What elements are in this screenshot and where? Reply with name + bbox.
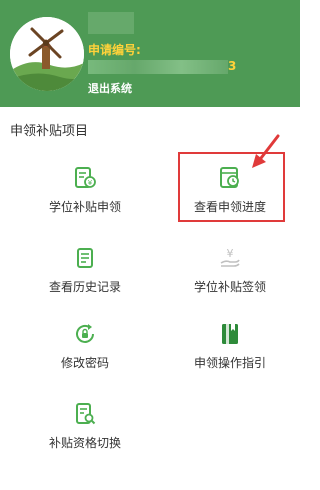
logout-link[interactable]: 退出系统 [88,80,132,96]
menu-item-label: 学位补贴申领 [48,200,121,214]
svg-text:¥: ¥ [227,247,234,260]
red-arrow-icon [252,134,280,168]
menu-item-label: 补贴资格切换 [48,436,121,450]
application-number-suffix: 3 [228,59,237,73]
menu-item-label: 学位补贴签领 [193,280,266,294]
menu-item-qualification-switch[interactable]: 补贴资格切换 [10,402,160,482]
user-name-blurred [88,12,134,34]
menu-item-history[interactable]: 查看历史记录 [10,246,160,326]
menu-item-label: 申领操作指引 [193,356,266,370]
svg-text:¥: ¥ [88,179,93,187]
menu-item-label: 查看历史记录 [48,280,121,294]
yuan-hand-icon: ¥ [155,246,305,270]
guide-book-icon [155,322,305,346]
header-bar: 申请编号: 3 退出系统 [0,0,300,107]
section-title: 申领补贴项目 [10,124,89,139]
subsidy-apply-icon: ¥ [10,166,160,190]
menu-item-subsidy-sign[interactable]: ¥ 学位补贴签领 [155,246,305,326]
history-record-icon [10,246,160,270]
menu-item-label: 修改密码 [60,356,109,370]
menu-item-guide[interactable]: 申领操作指引 [155,322,305,402]
application-number-label: 申请编号: [88,43,141,57]
windmill-logo-icon [10,17,84,91]
doc-search-icon [10,402,160,426]
menu-item-subsidy-apply[interactable]: ¥ 学位补贴申领 [10,166,160,246]
menu-item-change-password[interactable]: 修改密码 [10,322,160,402]
application-number-blurred [88,60,228,74]
lock-refresh-icon [10,322,160,346]
